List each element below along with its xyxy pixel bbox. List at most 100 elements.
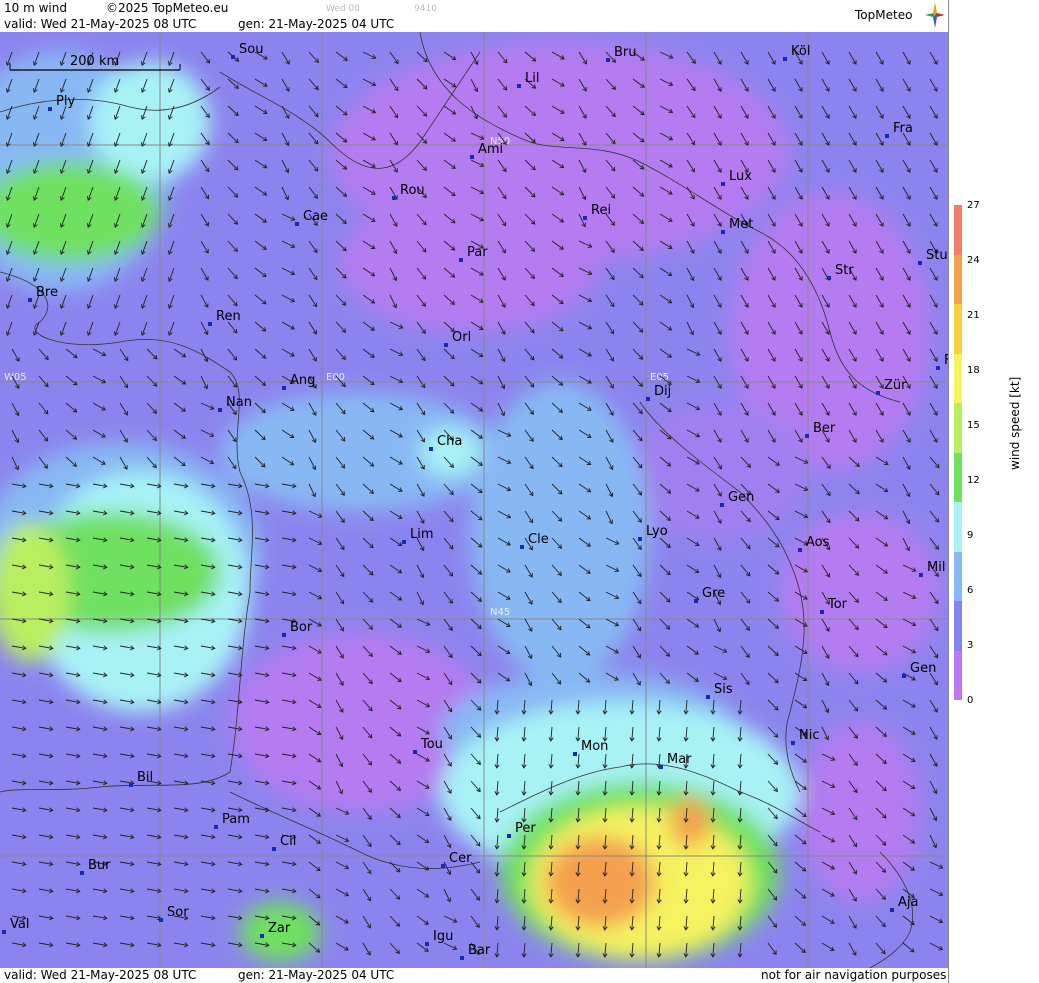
city-marker — [413, 750, 417, 754]
city-label: Aja — [898, 895, 918, 910]
colorbar-tick-label: 9 — [967, 530, 974, 541]
city-marker — [805, 434, 809, 438]
city-label: Val — [10, 917, 29, 932]
city-label: Lyo — [646, 524, 668, 539]
colorbar-tick-label: 24 — [967, 255, 980, 266]
city-label: Par — [467, 245, 488, 260]
city-marker — [460, 956, 464, 960]
colorbar-segment — [954, 502, 962, 552]
city-label: Nan — [226, 395, 252, 410]
city-marker — [783, 57, 787, 61]
city-marker — [936, 366, 940, 370]
faint-code: 9410 — [414, 4, 437, 14]
colorbar-segment — [954, 353, 962, 403]
city-marker — [820, 610, 824, 614]
colorbar-tick-label: 21 — [967, 310, 980, 321]
map-footer: valid: Wed 21-May-2025 08 UTC gen: 21-Ma… — [0, 968, 948, 983]
colorbar-segment — [954, 551, 962, 601]
city-marker — [218, 408, 222, 412]
city-label: Dij — [654, 384, 671, 399]
city-marker — [159, 918, 163, 922]
colorbar-segment — [954, 650, 962, 700]
city-marker — [214, 825, 218, 829]
colorbar-segment — [954, 452, 962, 502]
city-marker — [392, 196, 396, 200]
city-marker — [876, 391, 880, 395]
city-label: Str — [835, 263, 854, 278]
topmeteo-logo: TopMeteo — [855, 8, 913, 22]
city-marker — [129, 783, 133, 787]
city-marker — [2, 930, 6, 934]
city-label: Ren — [216, 309, 241, 324]
city-marker — [646, 397, 650, 401]
city-marker — [706, 695, 710, 699]
city-label: Bru — [614, 45, 637, 60]
city-label: Mon — [581, 739, 608, 754]
city-label: Bar — [468, 943, 491, 958]
city-label: Gre — [702, 586, 725, 601]
gen-time: gen: 21-May-2025 04 UTC — [238, 17, 395, 31]
footer-gen-time: gen: 21-May-2025 04 UTC — [238, 968, 395, 982]
city-label: Cle — [528, 532, 549, 547]
city-label: Bur — [88, 858, 111, 873]
city-label: Bre — [36, 285, 58, 300]
colorbar-segment — [954, 205, 962, 255]
city-marker — [606, 58, 610, 62]
city-label: Orl — [452, 330, 471, 345]
colorbar-tick-label: 12 — [967, 475, 980, 486]
colorbar-segment — [954, 254, 962, 304]
city-marker — [798, 548, 802, 552]
city-marker — [429, 447, 433, 451]
colorbar-segment — [954, 601, 962, 651]
city-label: Sis — [714, 682, 733, 697]
city-marker — [295, 222, 299, 226]
colorbar-segment — [954, 403, 962, 453]
city-marker — [272, 847, 276, 851]
city-label: Lim — [410, 527, 434, 542]
city-label: Aos — [806, 535, 830, 550]
city-marker — [459, 258, 463, 262]
footer-valid-time: valid: Wed 21-May-2025 08 UTC — [4, 968, 197, 982]
city-label: Cha — [437, 434, 462, 449]
colorbar-tick-label: 0 — [967, 695, 974, 706]
city-label: Cil — [280, 834, 296, 849]
city-marker — [659, 765, 663, 769]
city-label: Bil — [137, 770, 153, 785]
city-marker — [890, 908, 894, 912]
scale-bar-label: 200 km — [70, 54, 119, 69]
wind-map[interactable]: N50 N45 W05 E00 E05 200 km Sou Ply Lil Bru K… — [0, 32, 948, 968]
city-marker — [791, 741, 795, 745]
city-label: Rou — [400, 183, 425, 198]
compass-star-icon — [925, 2, 945, 28]
city-label: Cae — [303, 209, 328, 224]
city-label: Cer — [449, 851, 472, 866]
colorbar-tick-label: 3 — [967, 640, 974, 651]
city-marker — [721, 182, 725, 186]
wind-map-canvas: N50 N45 W05 E00 E05 200 km SouPlyLilBru K… — [0, 32, 948, 968]
city-label: Ply — [56, 94, 75, 109]
faint-label: Wed 00 — [326, 4, 360, 14]
city-label: Sor — [167, 905, 189, 920]
colorbar-tick-label: 18 — [967, 365, 980, 376]
city-marker — [885, 134, 889, 138]
city-marker — [827, 276, 831, 280]
city-label: Ang — [290, 373, 315, 388]
city-label: Rei — [591, 203, 611, 218]
city-label: Mar — [667, 752, 692, 767]
city-label: Met — [729, 217, 753, 232]
city-marker — [28, 298, 32, 302]
city-marker — [444, 343, 448, 347]
city-marker — [470, 155, 474, 159]
city-marker — [694, 599, 698, 603]
city-label: Lil — [525, 71, 539, 86]
city-marker — [402, 540, 406, 544]
city-label: Nic — [799, 728, 819, 743]
city-marker — [507, 834, 511, 838]
city-label: Fra — [893, 121, 913, 136]
grid-label-n45: N45 — [490, 607, 510, 618]
disclaimer: not for air navigation purposes — [761, 968, 947, 982]
city-marker — [208, 322, 212, 326]
city-label: Pam — [222, 812, 250, 827]
city-marker — [231, 55, 235, 59]
city-label: Mil — [927, 560, 945, 575]
